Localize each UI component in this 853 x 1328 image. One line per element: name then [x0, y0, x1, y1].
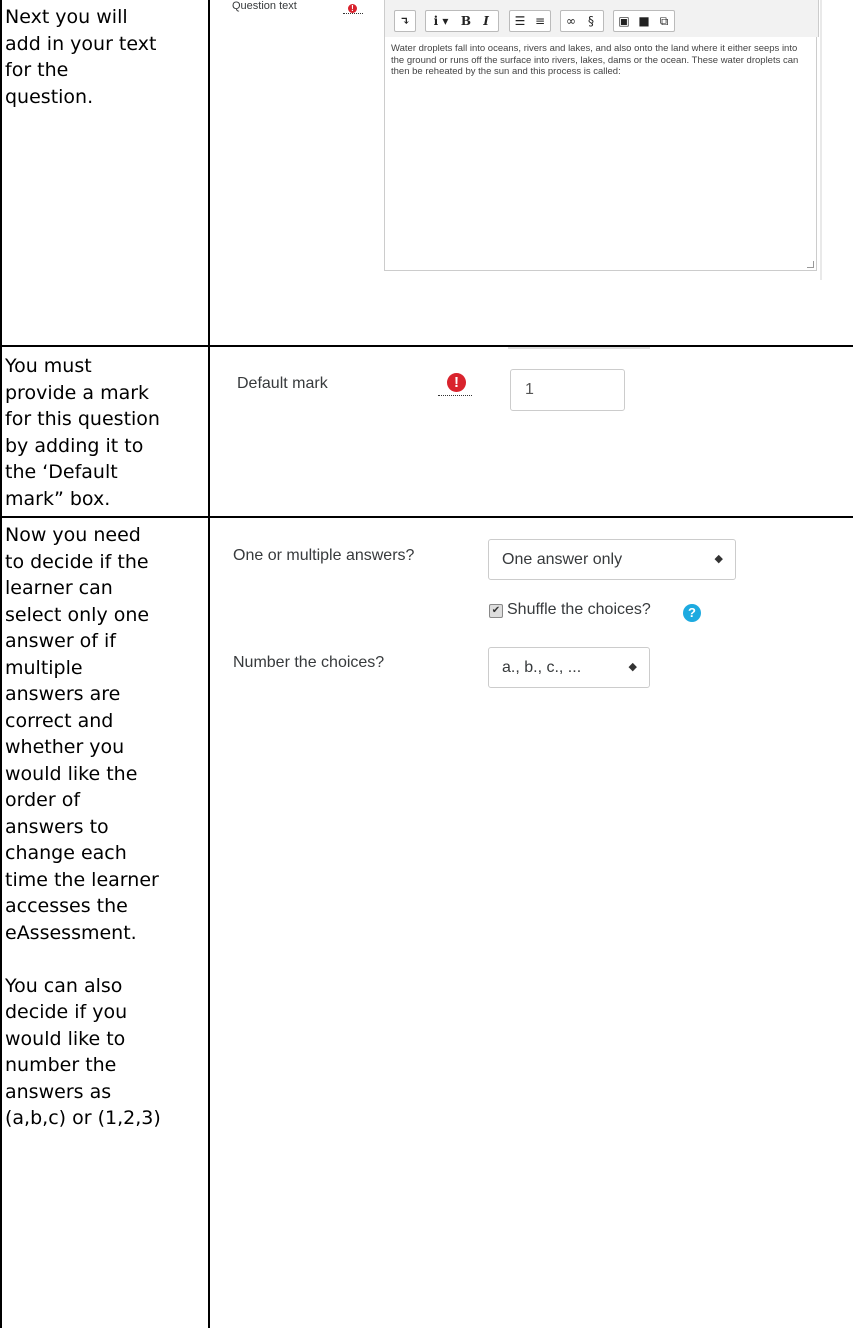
default-mark-input[interactable]: 1 [510, 369, 625, 411]
required-underline [438, 395, 472, 396]
editor-edge [820, 0, 822, 280]
image-icon[interactable]: ▣ [614, 11, 634, 31]
answers-label: One or multiple answers? [233, 547, 415, 564]
choices-screenshot: One or multiple answers? One answer only… [210, 518, 853, 1328]
instruction-table: Next you will add in your text for the q… [0, 0, 853, 1328]
exclamation-required-icon: ! [447, 373, 466, 392]
instruction-row-3: Now you need to decide if the learner ca… [5, 524, 161, 1129]
resize-handle[interactable] [807, 261, 814, 268]
answers-selected-value: One answer only [502, 551, 623, 568]
shuffle-checkbox[interactable]: ✔ [489, 604, 503, 618]
paragraph-styles-icon[interactable]: i ▾ [426, 11, 456, 31]
ordered-list-icon[interactable]: ≡ [530, 11, 550, 31]
exclamation-required-icon: ! [348, 4, 357, 13]
required-underline [343, 13, 363, 14]
instruction-row-2: You must provide a mark for this questio… [5, 355, 160, 510]
default-mark-screenshot: Default mark ! 1 [210, 347, 853, 516]
question-text-screenshot: Question text ! ↴ i ▾ B I ☰ ≡ ∞ § ▣ ■ ⧉ … [210, 0, 853, 345]
select-caret-icon: ◆ [714, 553, 723, 565]
bold-icon[interactable]: B [456, 11, 476, 31]
question-text-label: Question text [232, 0, 297, 12]
instruction-row-1: Next you will add in your text for the q… [5, 6, 157, 108]
shuffle-label: Shuffle the choices? [507, 601, 651, 618]
answers-select[interactable]: One answer only ◆ [488, 539, 736, 580]
toolbar-group-toggle: ↴ [394, 10, 416, 32]
previous-field-edge [508, 347, 650, 349]
toolbar-group-format: i ▾ B I [425, 10, 499, 32]
number-choices-select[interactable]: a., b., c., ... ◆ [488, 647, 650, 688]
toolbar-group-lists: ☰ ≡ [509, 10, 551, 32]
select-caret-icon: ◆ [628, 661, 637, 673]
default-mark-label: Default mark [237, 375, 328, 392]
manage-files-icon[interactable]: ⧉ [654, 11, 674, 31]
unlink-icon[interactable]: § [581, 11, 601, 31]
italic-icon[interactable]: I [476, 11, 496, 31]
question-text-editor[interactable]: Water droplets fall into oceans, rivers … [384, 37, 817, 271]
toolbar-group-links: ∞ § [560, 10, 604, 32]
unordered-list-icon[interactable]: ☰ [510, 11, 530, 31]
link-icon[interactable]: ∞ [561, 11, 581, 31]
number-choices-label: Number the choices? [233, 654, 385, 671]
toggle-toolbar-icon[interactable]: ↴ [395, 11, 415, 31]
editor-toolbar: ↴ i ▾ B I ☰ ≡ ∞ § ▣ ■ ⧉ [384, 0, 819, 37]
help-icon[interactable]: ? [683, 604, 701, 622]
media-icon[interactable]: ■ [634, 11, 654, 31]
number-choices-selected-value: a., b., c., ... [502, 659, 582, 676]
table-left-border [0, 0, 2, 1328]
toolbar-group-media: ▣ ■ ⧉ [613, 10, 675, 32]
question-text-content: Water droplets fall into oceans, rivers … [391, 43, 799, 77]
